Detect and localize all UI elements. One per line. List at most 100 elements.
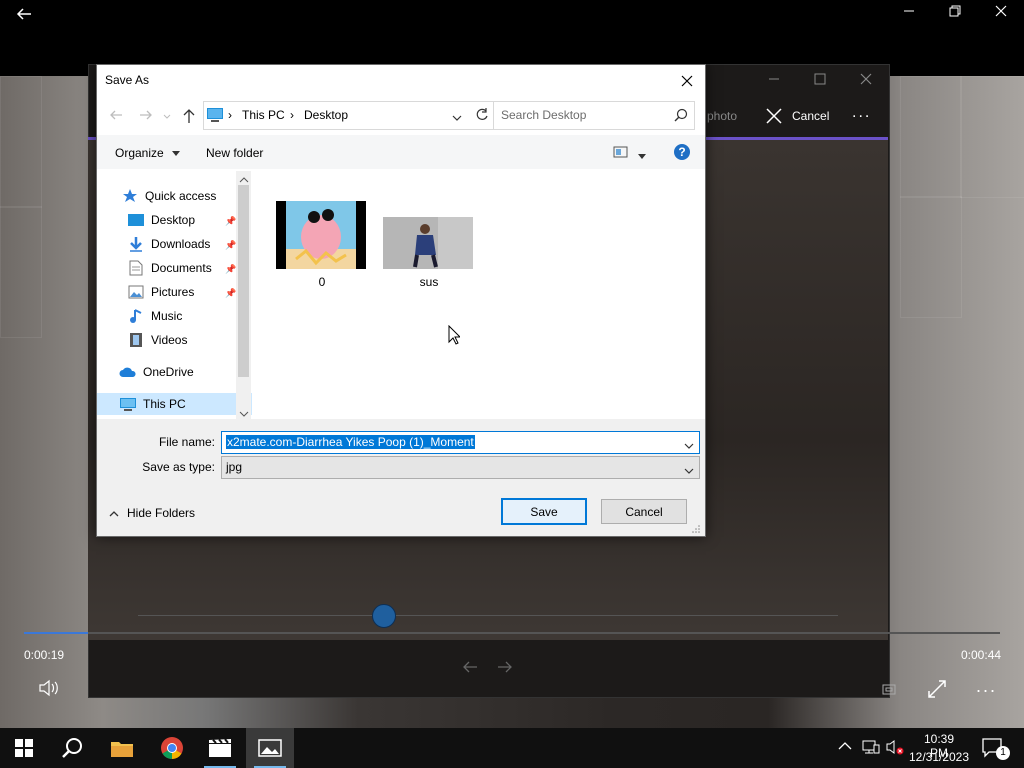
editor-cancel-button[interactable]: Cancel bbox=[792, 109, 829, 123]
time-elapsed: 0:00:19 bbox=[24, 648, 65, 662]
search-input[interactable]: Search Desktop bbox=[501, 108, 586, 122]
file-name-input[interactable]: x2mate.com-Diarrhea Yikes Poop (1)_Momen… bbox=[226, 435, 475, 449]
nav-onedrive[interactable]: OneDrive bbox=[97, 361, 258, 383]
back-arrow-icon[interactable] bbox=[14, 6, 34, 27]
dialog-toolbar: Organize New folder ? bbox=[97, 135, 705, 170]
nav-label: Music bbox=[151, 309, 183, 323]
video-timeline-progress bbox=[24, 632, 89, 634]
save-as-type-label: Save as type: bbox=[142, 460, 215, 474]
videos-icon bbox=[127, 332, 145, 348]
refresh-button[interactable] bbox=[469, 101, 496, 130]
forward-nav-icon[interactable] bbox=[139, 109, 153, 124]
save-as-type-select[interactable]: jpg bbox=[221, 456, 700, 479]
nav-label: Documents bbox=[151, 261, 212, 275]
search-box[interactable]: Search Desktop bbox=[493, 101, 695, 130]
video-timeline[interactable] bbox=[24, 632, 1000, 634]
nav-label: Desktop bbox=[151, 213, 196, 227]
documents-icon bbox=[127, 260, 145, 276]
chevron-down-icon[interactable] bbox=[684, 464, 694, 478]
chevron-down-icon[interactable] bbox=[684, 439, 694, 453]
cancel-x-icon[interactable] bbox=[766, 108, 782, 127]
chrome-icon[interactable] bbox=[148, 728, 196, 768]
next-arrow-icon[interactable] bbox=[497, 660, 513, 677]
cloud-icon bbox=[119, 364, 137, 380]
cancel-button[interactable]: Cancel bbox=[601, 499, 687, 524]
search-icon[interactable] bbox=[48, 728, 96, 768]
star-icon bbox=[121, 188, 139, 204]
view-options-icon[interactable] bbox=[613, 146, 629, 161]
back-nav-icon[interactable] bbox=[109, 109, 123, 124]
file-name: sus bbox=[419, 275, 439, 289]
address-bar[interactable]: › This PC › Desktop bbox=[203, 101, 471, 130]
desktop-folder-icon bbox=[127, 212, 145, 228]
recent-locations-chevron-icon[interactable] bbox=[163, 110, 171, 124]
nav-label: Quick access bbox=[145, 189, 217, 203]
scroll-up-icon[interactable] bbox=[239, 173, 249, 187]
photos-app-icon[interactable] bbox=[246, 728, 294, 768]
file-name-field[interactable]: x2mate.com-Diarrhea Yikes Poop (1)_Momen… bbox=[221, 431, 700, 454]
mouse-cursor-icon bbox=[448, 324, 462, 348]
new-folder-button[interactable]: New folder bbox=[206, 146, 263, 160]
notification-badge: 1 bbox=[996, 746, 1010, 760]
minimize-icon[interactable] bbox=[898, 4, 920, 22]
save-button[interactable]: Save bbox=[501, 498, 587, 525]
address-desktop[interactable]: Desktop bbox=[304, 108, 348, 122]
music-icon bbox=[127, 308, 145, 324]
fullscreen-icon[interactable] bbox=[927, 679, 947, 702]
address-separator-icon: › bbox=[290, 108, 294, 122]
nav-label: Pictures bbox=[151, 285, 195, 299]
file-name-label: File name: bbox=[158, 435, 215, 449]
search-icon[interactable] bbox=[674, 108, 688, 125]
address-this-pc[interactable]: This PC bbox=[242, 108, 285, 122]
organize-label: Organize bbox=[115, 146, 164, 160]
computer-icon bbox=[119, 396, 137, 412]
pin-icon: 📌 bbox=[225, 216, 237, 226]
prev-arrow-icon[interactable] bbox=[462, 660, 478, 679]
close-icon[interactable] bbox=[990, 4, 1012, 22]
address-dropdown-icon[interactable] bbox=[452, 111, 462, 125]
crop-icon[interactable] bbox=[882, 682, 896, 699]
nav-label: OneDrive bbox=[143, 365, 194, 379]
more-options-icon[interactable]: ... bbox=[976, 676, 997, 697]
chevron-up-icon[interactable] bbox=[838, 740, 852, 754]
editor-more-button[interactable]: ... bbox=[852, 104, 871, 122]
image-thumbnail-icon bbox=[383, 217, 473, 269]
editor-close-icon[interactable] bbox=[856, 72, 876, 90]
up-folder-icon[interactable] bbox=[183, 108, 195, 127]
nav-this-pc[interactable]: This PC bbox=[97, 393, 258, 415]
resize-grip-icon[interactable] bbox=[691, 523, 701, 537]
movies-app-icon[interactable] bbox=[196, 728, 244, 768]
editor-maximize-icon[interactable] bbox=[810, 72, 830, 90]
speaker-muted-icon[interactable] bbox=[886, 739, 904, 758]
restore-icon[interactable] bbox=[944, 4, 966, 22]
file-explorer-icon[interactable] bbox=[98, 728, 146, 768]
file-name: 0 bbox=[318, 275, 326, 289]
pictures-icon bbox=[127, 284, 145, 300]
organize-button[interactable]: Organize bbox=[115, 146, 181, 160]
downloads-icon bbox=[127, 236, 145, 252]
pin-icon: 📌 bbox=[225, 240, 237, 250]
hide-folders-button[interactable]: Hide Folders bbox=[127, 506, 195, 520]
edit-photo-label[interactable]: photo bbox=[707, 109, 737, 123]
editor-scrub-thumb[interactable] bbox=[372, 604, 396, 628]
hide-folders-chevron-icon[interactable] bbox=[109, 507, 119, 521]
file-item[interactable]: sus bbox=[383, 217, 475, 289]
navigation-scrollbar-thumb[interactable] bbox=[238, 185, 249, 377]
help-icon[interactable]: ? bbox=[674, 144, 690, 160]
volume-icon[interactable] bbox=[38, 679, 60, 700]
file-list-pane: 0 sus bbox=[252, 169, 705, 419]
view-dropdown-icon[interactable] bbox=[637, 149, 647, 163]
dialog-title-bar[interactable] bbox=[97, 65, 705, 95]
editor-scrub-track[interactable] bbox=[138, 615, 838, 616]
network-icon[interactable] bbox=[862, 739, 880, 758]
address-separator-icon: › bbox=[228, 108, 232, 122]
start-button[interactable] bbox=[0, 728, 48, 768]
clock-date[interactable]: 12/31/2023 bbox=[908, 750, 970, 764]
file-item[interactable]: 0 bbox=[276, 201, 368, 289]
image-thumbnail-icon bbox=[276, 201, 366, 269]
this-pc-icon bbox=[207, 108, 223, 125]
nav-label: Videos bbox=[151, 333, 188, 347]
dialog-close-icon[interactable] bbox=[673, 69, 701, 93]
nav-label: This PC bbox=[143, 397, 186, 411]
editor-minimize-icon[interactable] bbox=[764, 72, 784, 90]
